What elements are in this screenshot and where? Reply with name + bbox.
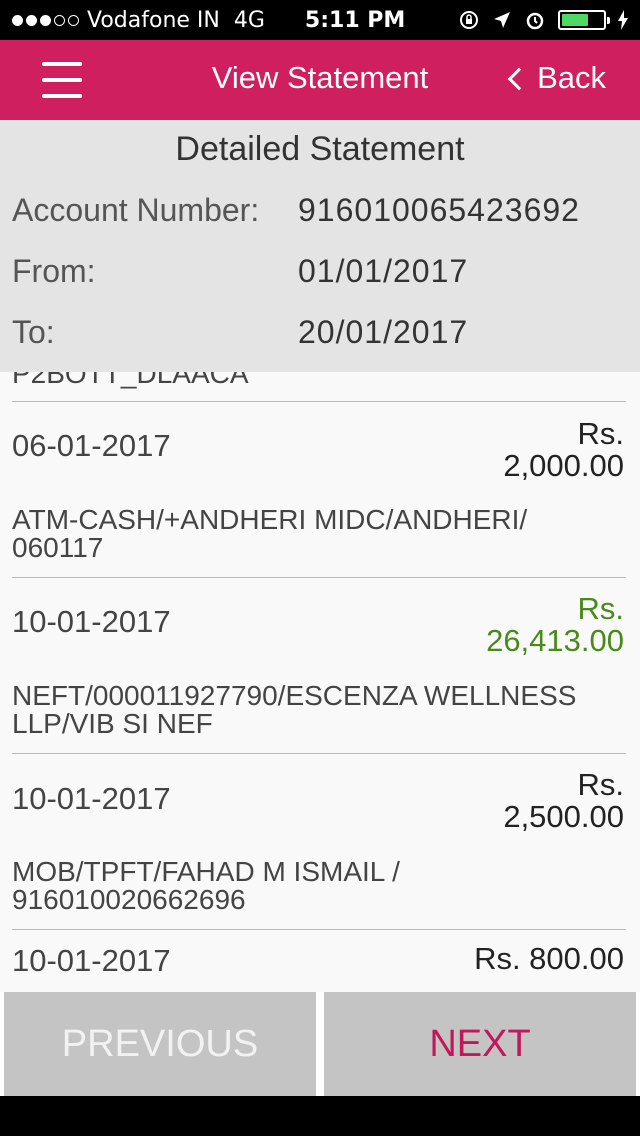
account-number-value: 916010065423692	[298, 192, 580, 228]
account-number-row: Account Number: 916010065423692	[0, 180, 640, 241]
transaction-date: 10-01-2017	[12, 604, 171, 639]
amount-value: 2,000.00	[503, 448, 624, 483]
charging-bolt-icon	[618, 10, 628, 30]
to-date-value: 20/01/2017	[298, 314, 469, 350]
chevron-left-icon	[507, 67, 531, 91]
network-type: 4G	[233, 7, 265, 33]
from-date-row: From: 01/01/2017	[0, 241, 640, 302]
transaction-amount: Rs. 26,413.00	[486, 593, 624, 657]
status-bar: Vodafone IN 4G 5:11 PM	[0, 0, 640, 40]
amount-value: 2,500.00	[503, 799, 624, 834]
pagination-footer: PREVIOUS NEXT	[0, 992, 640, 1096]
rotation-lock-icon	[460, 11, 478, 29]
divider	[12, 577, 626, 578]
app-header: View Statement Back	[0, 40, 640, 120]
back-button[interactable]: Back	[507, 60, 606, 96]
currency-label: Rs.	[577, 591, 625, 626]
transaction-date: 10-01-2017	[12, 781, 171, 816]
statement-info-panel: Detailed Statement Account Number: 91601…	[0, 120, 640, 372]
divider	[12, 753, 626, 754]
divider	[12, 929, 626, 930]
previous-button[interactable]: PREVIOUS	[4, 992, 316, 1096]
currency-label: Rs.	[577, 767, 625, 802]
transaction-amount: Rs. 800.00	[474, 941, 624, 976]
signal-strength-icon	[12, 14, 79, 26]
divider	[12, 401, 626, 402]
amount-value: 26,413.00	[486, 623, 624, 658]
currency-label: Rs.	[577, 416, 625, 451]
statement-title: Detailed Statement	[175, 130, 465, 168]
transaction-date: 10-01-2017	[12, 943, 171, 978]
battery-icon	[558, 10, 610, 30]
carrier-name: Vodafone IN	[87, 7, 220, 33]
account-number-label: Account Number:	[12, 192, 260, 228]
to-date-row: To: 20/01/2017	[0, 302, 640, 363]
transaction-list[interactable]: P2BOTT_DLAACA 06-01-2017 Rs. 2,000.00 AT…	[0, 372, 640, 992]
from-date-label: From:	[12, 253, 96, 289]
bottom-bar	[0, 1096, 640, 1136]
transaction-description: ATM-CASH/+ANDHERI MIDC/ANDHERI/ 060117	[12, 504, 528, 563]
transaction-amount: Rs. 2,500.00	[503, 769, 624, 833]
to-date-label: To:	[12, 314, 55, 350]
alarm-icon	[526, 12, 544, 30]
from-date-value: 01/01/2017	[298, 253, 469, 289]
location-arrow-icon	[494, 12, 510, 28]
transaction-date: 06-01-2017	[12, 428, 171, 463]
back-label: Back	[537, 60, 606, 95]
transaction-description: P2BOTT_DLAACA	[12, 372, 249, 389]
clock: 5:11 PM	[304, 7, 406, 33]
next-button[interactable]: NEXT	[324, 992, 636, 1096]
transaction-amount: Rs. 2,000.00	[503, 418, 624, 482]
transaction-description: MOB/TPFT/FAHAD M ISMAIL / 91601002066269…	[12, 856, 400, 915]
transaction-description: NEFT/000011927790/ESCENZA WELLNESS LLP/V…	[12, 680, 577, 739]
